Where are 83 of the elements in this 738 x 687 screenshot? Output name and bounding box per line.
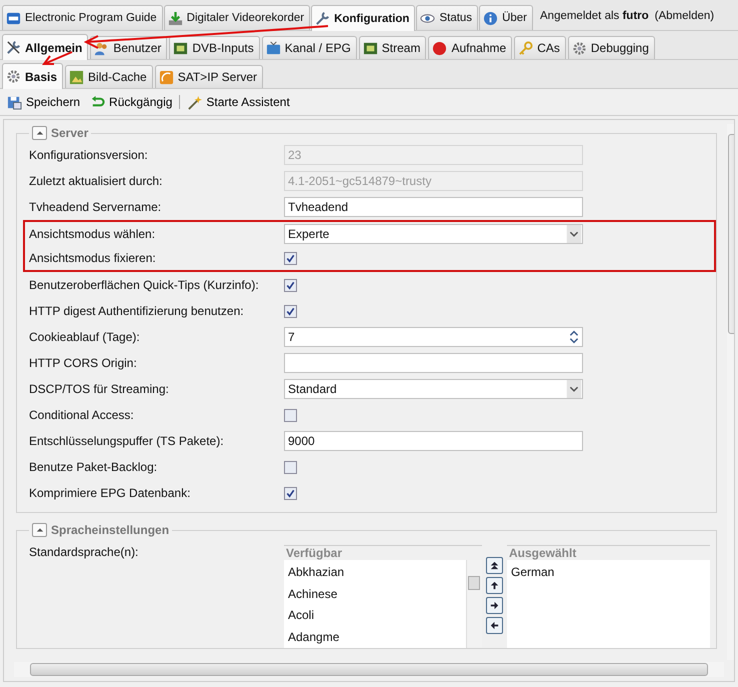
field-label: Standardsprache(n): <box>29 545 140 561</box>
list-item[interactable]: Abkhazian <box>288 562 462 584</box>
field-label: Benutzeroberflächen Quick-Tips (Kurzinfo): <box>29 278 260 292</box>
text-field[interactable]: 9000 <box>284 431 583 451</box>
download-icon <box>168 10 183 26</box>
sub-tab[interactable]: SAT>IP Server <box>154 65 263 88</box>
section-title: Server <box>51 126 88 140</box>
toolbar-button[interactable]: Speichern <box>4 92 84 112</box>
login-status: Angemeldet als futro <box>540 10 649 22</box>
sub-tab[interactable]: Bild-Cache <box>65 65 153 88</box>
toolbar-button[interactable]: Starte Assistent <box>184 92 293 112</box>
collapse-button[interactable] <box>32 523 47 537</box>
config-tab[interactable]: Kanal / EPG <box>262 36 357 59</box>
field-label: Ansichtsmodus wählen: <box>29 227 156 241</box>
text-field[interactable] <box>284 353 583 373</box>
dropdown-field[interactable]: Experte <box>284 224 583 244</box>
config-tab[interactable]: Aufnahme <box>428 36 512 59</box>
selected-list[interactable]: German <box>507 560 710 648</box>
sub-tab[interactable]: Basis <box>2 63 64 89</box>
field-label: Ansichtsmodus fixieren: <box>29 251 157 265</box>
field-label: Entschlüsselungspuffer (TS Pakete): <box>29 434 225 448</box>
checkbox[interactable] <box>284 278 297 292</box>
collapse-button[interactable] <box>32 126 47 140</box>
config-tab[interactable]: DVB-Inputs <box>169 36 260 59</box>
list-item[interactable]: Acoli <box>288 605 462 626</box>
right-arrow-icon <box>489 600 500 611</box>
gear-icon <box>572 40 587 56</box>
field-label: Benutze Paket-Backlog: <box>29 460 158 474</box>
field-label: Cookieablauf (Tage): <box>29 330 141 344</box>
list-item[interactable]: Achinese <box>288 584 462 605</box>
triangle-up-icon <box>36 526 44 534</box>
main-tab[interactable]: Digitaler Videorekorder <box>164 5 310 30</box>
field-label: Zuletzt aktualisiert durch: <box>29 174 164 188</box>
checkbox[interactable] <box>284 460 297 474</box>
checkbox[interactable] <box>284 304 297 318</box>
field-label: Conditional Access: <box>29 408 135 422</box>
config-tab[interactable]: Stream <box>358 36 426 59</box>
wrench-icon <box>6 40 21 55</box>
toolbar-button[interactable]: Rückgängig <box>87 92 176 112</box>
text-field[interactable]: Tvheadend <box>284 197 583 217</box>
move-right-button[interactable] <box>486 597 503 614</box>
available-list[interactable]: Abkhazian Achinese Acoli Adangme <box>284 560 482 648</box>
section-title: Spracheinstellungen <box>51 523 170 537</box>
move-up-button[interactable] <box>486 577 503 594</box>
magic-wand-icon <box>187 94 202 110</box>
info-icon <box>483 10 498 26</box>
record-icon <box>432 40 448 56</box>
main-tab[interactable]: Electronic Program Guide <box>2 5 163 30</box>
move-top-button[interactable] <box>486 557 503 574</box>
double-up-arrow-icon <box>489 560 500 571</box>
people-icon <box>94 40 110 56</box>
checkbox[interactable] <box>284 486 297 500</box>
checkbox[interactable] <box>284 408 297 422</box>
field-label: Tvheadend Servername: <box>29 200 162 214</box>
field-label: Komprimiere EPG Datenbank: <box>29 486 192 500</box>
number-field[interactable]: 7 <box>284 327 583 347</box>
dropdown-field[interactable]: Standard <box>284 379 583 399</box>
left-arrow-icon <box>489 620 500 631</box>
image-icon <box>69 70 84 84</box>
horizontal-scrollbar[interactable] <box>14 662 724 677</box>
gear-icon <box>6 69 21 84</box>
field-label: DSCP/TOS für Streaming: <box>29 382 170 396</box>
wrench-icon <box>315 11 330 26</box>
field-label: Konfigurationsversion: <box>29 148 149 162</box>
config-tab[interactable]: Debugging <box>568 36 655 59</box>
list-item[interactable]: German <box>511 562 706 584</box>
field-label: HTTP CORS Origin: <box>29 356 138 370</box>
config-tab[interactable]: Allgemein <box>2 34 88 60</box>
key-icon <box>518 40 534 56</box>
config-tab[interactable]: CAs <box>514 36 566 59</box>
list-item[interactable]: Adangme <box>288 626 462 648</box>
undo-icon <box>90 94 106 110</box>
main-tab[interactable]: Konfiguration <box>311 5 416 31</box>
save-icon <box>7 94 22 110</box>
move-left-button[interactable] <box>486 617 503 634</box>
field-label: HTTP digest Authentifizierung benutzen: <box>29 304 245 318</box>
checkbox[interactable] <box>284 252 297 264</box>
tv-icon <box>266 40 281 56</box>
main-tab[interactable]: Über <box>479 5 533 30</box>
up-arrow-icon <box>489 580 500 591</box>
logout-link[interactable]: (Abmelden) <box>654 10 714 22</box>
triangle-up-icon <box>36 129 44 137</box>
main-tab[interactable]: Status <box>416 5 478 30</box>
